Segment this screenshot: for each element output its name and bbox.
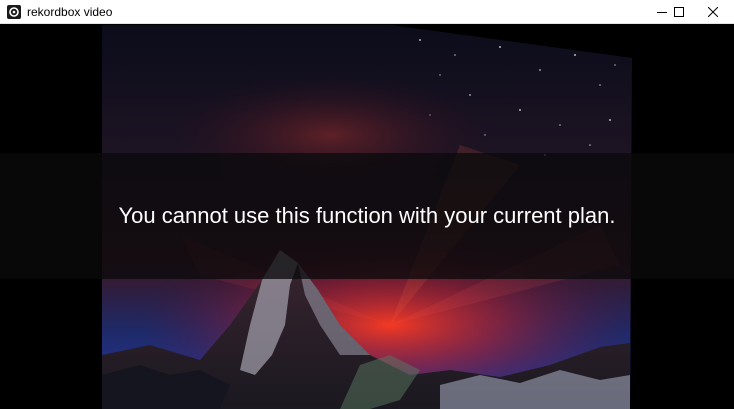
window-title: rekordbox video	[27, 5, 113, 19]
close-button[interactable]	[694, 0, 726, 24]
window-titlebar[interactable]: rekordbox video	[0, 0, 734, 24]
maximize-button[interactable]	[662, 0, 694, 24]
plan-restriction-message: You cannot use this function with your c…	[118, 203, 616, 228]
rekordbox-logo-icon	[7, 5, 21, 19]
video-preview-area[interactable]: You cannot use this function with your c…	[0, 25, 734, 409]
